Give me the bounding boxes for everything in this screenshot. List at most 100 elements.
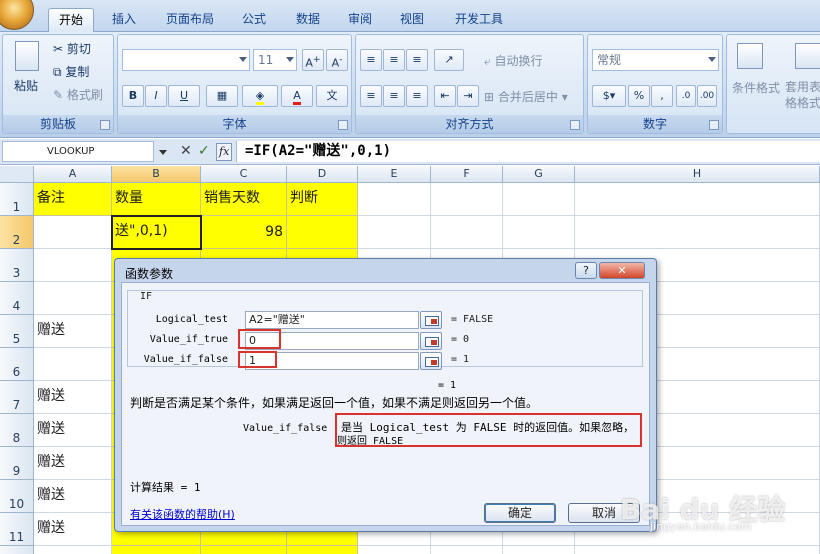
align-top-icon[interactable]: ≡ — [360, 49, 382, 71]
tab-developer[interactable]: 开发工具 — [444, 8, 514, 32]
tab-home[interactable]: 开始 — [48, 8, 94, 32]
arg-input-logical-test[interactable]: A2="赠送" — [245, 311, 419, 329]
accounting-format-icon[interactable]: $▾ — [592, 85, 626, 107]
phonetic-button[interactable]: 文 — [316, 85, 348, 107]
format-painter-button[interactable]: ✎ 格式刷 — [53, 86, 103, 103]
cell-a3[interactable] — [34, 249, 112, 282]
tab-insert[interactable]: 插入 — [102, 8, 146, 32]
ok-button[interactable]: 确定 — [484, 503, 556, 523]
function-help-link[interactable]: 有关该函数的帮助(H) — [130, 506, 235, 522]
cell-b12[interactable] — [112, 546, 201, 554]
cell-c1[interactable]: 销售天数 — [201, 183, 287, 216]
office-button[interactable] — [0, 0, 34, 30]
collapse-dialog-icon[interactable] — [420, 332, 442, 350]
column-header-h[interactable]: H — [575, 166, 820, 183]
row-header-12[interactable] — [0, 546, 34, 554]
column-header-e[interactable]: E — [358, 166, 431, 183]
number-format-combo[interactable]: 常规 — [592, 49, 719, 71]
increase-decimal-icon[interactable]: .0 — [676, 85, 696, 107]
wrap-text-button[interactable]: ⤶ 自动换行 — [484, 52, 543, 69]
cell-g2[interactable] — [503, 216, 575, 249]
font-size-combo[interactable]: 11 — [253, 49, 297, 71]
row-header-6[interactable]: 6 — [0, 348, 34, 381]
row-header-2[interactable]: 2 — [0, 216, 34, 249]
column-header-c[interactable]: C — [201, 166, 287, 183]
tab-review[interactable]: 审阅 — [338, 8, 382, 32]
cell-a1[interactable]: 备注 — [34, 183, 112, 216]
cell-f2[interactable] — [431, 216, 503, 249]
tab-page-layout[interactable]: 页面布局 — [156, 8, 224, 32]
collapse-dialog-icon[interactable] — [420, 352, 442, 370]
tab-formulas[interactable]: 公式 — [232, 8, 276, 32]
cell-b1[interactable]: 数量 — [112, 183, 201, 216]
cell-b2[interactable]: 送",0,1) — [112, 216, 201, 249]
dialog-help-button[interactable]: ? — [575, 262, 597, 279]
name-box[interactable]: VLOOKUP — [2, 141, 167, 162]
format-as-table-button[interactable]: 套用表格格式 — [785, 79, 820, 111]
cell-c2[interactable]: 98 — [201, 216, 287, 249]
column-header-g[interactable]: G — [503, 166, 575, 183]
cell-a2[interactable] — [34, 216, 112, 249]
row-header-8[interactable]: 8 — [0, 414, 34, 447]
column-header-b[interactable]: B — [112, 166, 201, 183]
tab-view[interactable]: 视图 — [390, 8, 434, 32]
align-center-icon[interactable]: ≡ — [383, 85, 405, 107]
alignment-launcher-icon[interactable] — [570, 120, 580, 130]
cell-h12[interactable] — [575, 546, 820, 554]
cell-a6[interactable] — [34, 348, 112, 381]
italic-button[interactable]: I — [145, 85, 167, 107]
cell-a8[interactable]: 赠送 — [34, 414, 112, 447]
formula-input[interactable]: =IF(A2="赠送",0,1) — [236, 141, 820, 162]
paste-icon[interactable] — [15, 41, 39, 71]
column-header-f[interactable]: F — [431, 166, 503, 183]
dialog-close-button[interactable]: ✕ — [599, 262, 645, 279]
tab-data[interactable]: 数据 — [286, 8, 330, 32]
column-header-a[interactable]: A — [34, 166, 112, 183]
align-left-icon[interactable]: ≡ — [360, 85, 382, 107]
increase-indent-icon[interactable]: ⇥ — [457, 85, 479, 107]
number-launcher-icon[interactable] — [709, 120, 719, 130]
cell-d2[interactable] — [287, 216, 358, 249]
cell-g12[interactable] — [503, 546, 575, 554]
decrease-indent-icon[interactable]: ⇤ — [434, 85, 456, 107]
cell-a5[interactable]: 赠送 — [34, 315, 112, 348]
cell-d12[interactable] — [287, 546, 358, 554]
collapse-dialog-icon[interactable] — [420, 311, 442, 329]
cell-a11[interactable]: 赠送 — [34, 513, 112, 546]
merge-center-button[interactable]: ⊞ 合并后居中 ▾ — [484, 88, 568, 105]
copy-button[interactable]: ⧉ 复制 — [53, 63, 89, 80]
cell-a12[interactable] — [34, 546, 112, 554]
row-header-3[interactable]: 3 — [0, 249, 34, 282]
percent-button[interactable]: % — [628, 85, 650, 107]
decrease-decimal-icon[interactable]: .00 — [697, 85, 717, 107]
conditional-format-button[interactable]: 条件格式 — [732, 79, 780, 96]
orientation-icon[interactable]: ↗ — [434, 49, 464, 71]
cell-h1[interactable] — [575, 183, 820, 216]
row-header-10[interactable]: 10 — [0, 480, 34, 513]
row-header-11[interactable]: 11 — [0, 513, 34, 546]
cell-f1[interactable] — [431, 183, 503, 216]
font-name-combo[interactable] — [122, 49, 250, 71]
cell-h2[interactable] — [575, 216, 820, 249]
insert-function-button[interactable]: fx — [216, 143, 233, 161]
row-header-4[interactable]: 4 — [0, 282, 34, 315]
shrink-font-button[interactable]: A- — [326, 49, 348, 71]
cell-g1[interactable] — [503, 183, 575, 216]
column-header-d[interactable]: D — [287, 166, 358, 183]
comma-button[interactable]: , — [651, 85, 673, 107]
cell-a7[interactable]: 赠送 — [34, 381, 112, 414]
bold-button[interactable]: B — [122, 85, 144, 107]
enter-formula-button[interactable]: ✓ — [198, 143, 210, 159]
cell-a10[interactable]: 赠送 — [34, 480, 112, 513]
row-header-1[interactable]: 1 — [0, 183, 34, 216]
fill-color-button[interactable]: ◈ — [242, 85, 278, 107]
row-header-9[interactable]: 9 — [0, 447, 34, 480]
cell-e2[interactable] — [358, 216, 431, 249]
align-middle-icon[interactable]: ≡ — [383, 49, 405, 71]
align-right-icon[interactable]: ≡ — [406, 85, 428, 107]
cell-c12[interactable] — [201, 546, 287, 554]
font-launcher-icon[interactable] — [338, 120, 348, 130]
cell-e12[interactable] — [358, 546, 431, 554]
conditional-format-icon[interactable] — [737, 43, 763, 69]
cut-button[interactable]: ✂ 剪切 — [53, 40, 91, 57]
